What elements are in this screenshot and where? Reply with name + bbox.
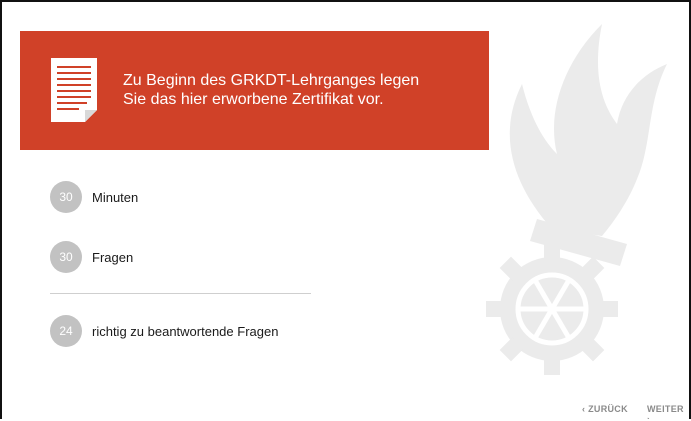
info-banner: Zu Beginn des GRKDT-Lehrganges legen Sie… (20, 31, 489, 150)
stat-label: Minuten (92, 189, 139, 205)
stat-badge: 30 (50, 181, 82, 213)
stat-minutes: 30 Minuten (50, 181, 138, 213)
banner-line-1: Zu Beginn des GRKDT-Lehrganges legen (123, 72, 420, 89)
stat-badge: 24 (50, 315, 82, 347)
divider (50, 293, 311, 294)
stat-required-correct: 24 richtig zu beantwortende Fragen (50, 315, 278, 347)
stat-label: Fragen (92, 249, 134, 265)
stat-label: richtig zu beantwortende Fragen (92, 323, 279, 339)
document-icon (51, 58, 97, 122)
back-button[interactable]: ‹ ZURÜCK (582, 404, 628, 414)
stat-questions: 30 Fragen (50, 241, 133, 273)
stat-badge: 30 (50, 241, 82, 273)
next-button[interactable]: WEITER › (647, 404, 689, 419)
banner-message: Zu Beginn des GRKDT-Lehrganges legen Sie… (123, 71, 483, 109)
banner-line-2: Sie das hier erworbene Zertifikat vor. (123, 91, 384, 108)
content-frame: Zu Beginn des GRKDT-Lehrganges legen Sie… (0, 0, 691, 419)
